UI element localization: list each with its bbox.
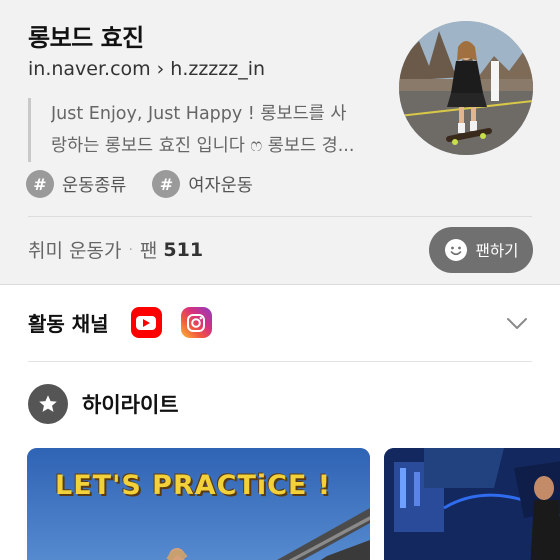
fans-count: 511: [163, 238, 204, 261]
highlight-card[interactable]: LET'S PRACTiCE !: [27, 448, 370, 560]
tag-item[interactable]: # 여자운동: [152, 170, 253, 198]
star-icon: [28, 384, 68, 424]
fan-button-label: 팬하기: [475, 242, 519, 260]
highlight-card-caption: LET'S PRACTiCE !: [55, 470, 332, 501]
profile-url[interactable]: in.naver.com › h.zzzzz_in: [28, 58, 271, 80]
instagram-icon[interactable]: [180, 307, 212, 338]
tag-list: # 운동종류 # 여자운동: [26, 170, 253, 198]
profile-section: 롱보드 효진 in.naver.com › h.zzzzz_in Just Enjo…: [0, 0, 560, 284]
smile-icon: [444, 239, 467, 261]
category-label: 취미 운동가: [28, 240, 122, 262]
tag-item[interactable]: # 운동종류: [26, 170, 126, 198]
hash-icon: #: [152, 170, 181, 198]
url-handle: h.zzzzz_in: [170, 58, 266, 80]
divider: [28, 216, 532, 217]
highlight-card[interactable]: [384, 448, 560, 560]
divider: [28, 361, 532, 362]
channels-title: 활동 채널: [28, 312, 109, 336]
section-divider: [0, 284, 560, 285]
fan-button[interactable]: 팬하기: [429, 227, 533, 273]
url-domain: in.naver.com: [28, 58, 151, 80]
tag-label: 여자운동: [188, 175, 253, 196]
intro-line-2: 랑하는 롱보드 효진 입니다 ෆ 롱보드 경...: [51, 136, 355, 156]
intro-line-1: Just Enjoy, Just Happy ! 롱보드를 사: [51, 104, 347, 124]
activity-channels: 활동 채널: [28, 307, 212, 338]
youtube-icon[interactable]: [130, 307, 162, 338]
avatar[interactable]: [399, 21, 533, 155]
profile-stats: 취미 운동가 · 팬 511: [28, 236, 203, 263]
hash-icon: #: [26, 170, 54, 198]
tag-label: 운동종류: [62, 175, 127, 196]
fans-label: 팬: [139, 240, 158, 262]
url-separator: ›: [156, 58, 165, 80]
chevron-down-icon[interactable]: [505, 311, 529, 335]
profile-intro[interactable]: Just Enjoy, Just Happy ! 롱보드를 사 랑하는 롱보드 …: [28, 98, 380, 162]
stats-separator: ·: [128, 241, 133, 258]
profile-name: 롱보드 효진: [28, 24, 144, 52]
highlight-title: 하이라이트: [82, 393, 179, 417]
highlight-header: 하이라이트: [28, 384, 179, 424]
